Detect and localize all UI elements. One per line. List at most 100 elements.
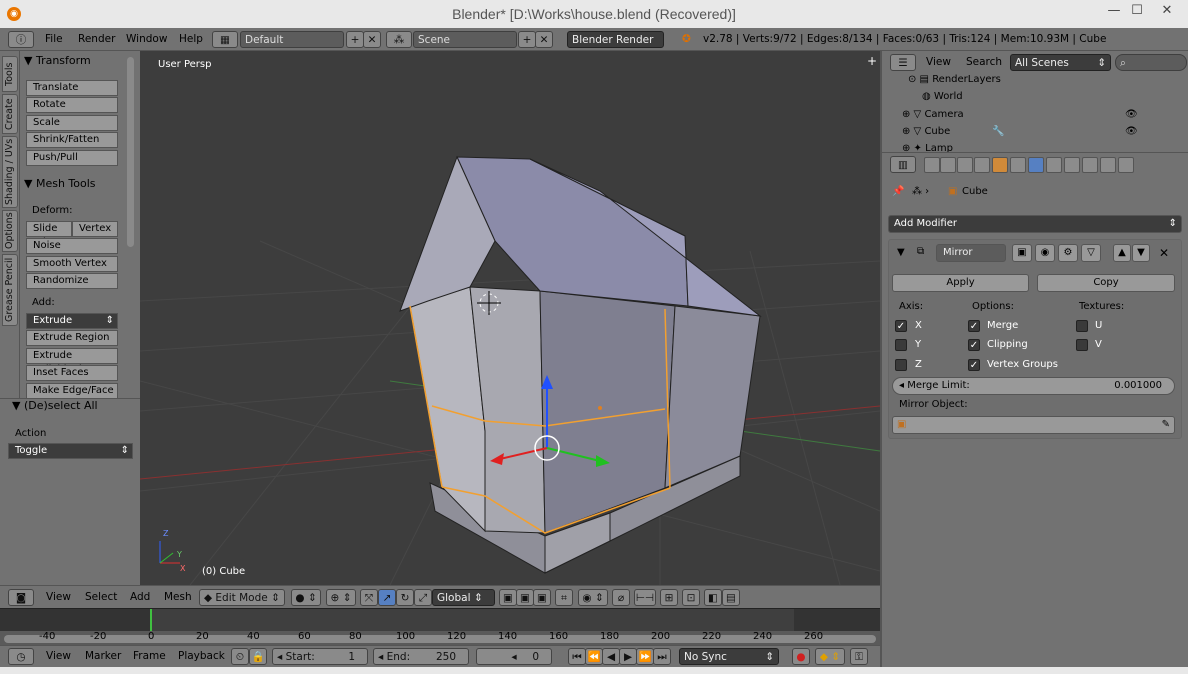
smooth-vertex-button[interactable]: Smooth Vertex: [26, 256, 118, 272]
menu-help[interactable]: Help: [179, 31, 203, 48]
outliner-row[interactable]: ⊕ ▽ Cube 🔧 👁: [882, 123, 1188, 140]
push-pull-button[interactable]: Push/Pull: [26, 150, 118, 166]
texture-tab-icon[interactable]: [1082, 157, 1098, 173]
render-layers-tab-icon[interactable]: [940, 157, 956, 173]
visibility-eye-icon[interactable]: 👁: [1125, 123, 1138, 140]
menu-marker[interactable]: Marker: [85, 648, 121, 665]
collapse-arrow-icon[interactable]: ▼: [897, 247, 905, 258]
start-frame-field[interactable]: ◂ Start: 1: [272, 648, 368, 665]
extrude-individual-button[interactable]: Extrude Individual: [26, 348, 118, 375]
add-modifier-select[interactable]: Add Modifier ⇕: [888, 215, 1182, 233]
play-reverse-icon[interactable]: ◀: [602, 648, 620, 665]
preview-range-icon[interactable]: ⏲: [231, 648, 249, 665]
toolshelf-scrollbar[interactable]: [127, 57, 134, 247]
extrude-select[interactable]: Extrude ⇕: [26, 313, 118, 329]
menu-tl-view[interactable]: View: [46, 648, 71, 665]
maximize-button[interactable]: ☐: [1127, 3, 1147, 18]
visibility-eye-icon[interactable]: 👁: [1125, 106, 1138, 123]
copy-button[interactable]: Copy: [1037, 274, 1175, 292]
pivot-select-icon[interactable]: ⊕ ⇕: [326, 589, 356, 606]
menu-frame[interactable]: Frame: [133, 648, 166, 665]
shading-select-icon[interactable]: ● ⇕: [291, 589, 321, 606]
translate-manip-icon[interactable]: ↗: [378, 589, 396, 606]
scale-button[interactable]: Scale: [26, 115, 118, 131]
scale-manip-icon[interactable]: ⤢: [414, 589, 432, 606]
rotate-manip-icon[interactable]: ↻: [396, 589, 414, 606]
snap-align-icon[interactable]: ⊡: [682, 589, 700, 606]
jump-start-icon[interactable]: ⏮: [568, 648, 586, 665]
clipping-checkbox[interactable]: ✓: [968, 339, 980, 351]
inset-faces-button[interactable]: Inset Faces: [26, 365, 118, 381]
close-button[interactable]: ✕: [1152, 3, 1182, 18]
editor-type-3d-icon[interactable]: ◙: [8, 589, 34, 606]
object-tab-icon[interactable]: [992, 157, 1008, 173]
render-tab-icon[interactable]: [924, 157, 940, 173]
mode-select[interactable]: ◆ Edit Mode ⇕: [199, 589, 285, 606]
editor-type-properties-icon[interactable]: ▥: [890, 156, 916, 173]
menu-select[interactable]: Select: [85, 589, 117, 606]
redo-panel-header[interactable]: ▼ (De)select All: [12, 399, 98, 417]
outliner-menu-search[interactable]: Search: [966, 54, 1002, 71]
scene-icon[interactable]: ⁂: [386, 31, 412, 48]
vertex-groups-checkbox[interactable]: ✓: [968, 359, 980, 371]
menu-render[interactable]: Render: [78, 31, 115, 48]
render-still-icon[interactable]: ◧: [704, 589, 722, 606]
menu-view[interactable]: View: [46, 589, 71, 606]
outliner-row[interactable]: ◍ World: [882, 88, 1188, 105]
keyframe-insert-icon[interactable]: ⚿: [850, 648, 868, 665]
physics-tab-icon[interactable]: [1118, 157, 1134, 173]
menu-add[interactable]: Add: [130, 589, 150, 606]
keying-set-icon[interactable]: ◆ ⇕: [815, 648, 845, 665]
orientation-select[interactable]: Global ⇕: [432, 589, 495, 606]
extrude-region-button[interactable]: Extrude Region: [26, 330, 118, 346]
translate-button[interactable]: Translate: [26, 80, 118, 96]
menu-mesh[interactable]: Mesh: [164, 589, 192, 606]
render-engine-select[interactable]: Blender Render ⇕: [567, 31, 664, 63]
layout-remove-icon[interactable]: ✕: [363, 31, 381, 48]
transform-panel-header[interactable]: ▼ Transform: [24, 54, 91, 72]
action-select[interactable]: Toggle ⇕: [8, 443, 133, 459]
menu-window[interactable]: Window: [126, 31, 167, 48]
rotate-button[interactable]: Rotate: [26, 97, 118, 113]
shrink-fatten-button[interactable]: Shrink/Fatten: [26, 132, 118, 148]
jump-keyframe-back-icon[interactable]: ⏪: [585, 648, 603, 665]
show-editmode-icon[interactable]: ⚙: [1058, 244, 1078, 262]
mirror-object-field[interactable]: ▣ ✎: [892, 416, 1175, 434]
tab-tools[interactable]: Tools: [2, 56, 18, 92]
make-edge-face-button[interactable]: Make Edge/Face: [26, 383, 118, 399]
data-tab-icon[interactable]: [1046, 157, 1062, 173]
outliner-menu-view[interactable]: View: [926, 54, 951, 71]
slide-edge-button[interactable]: Slide Ed: [26, 221, 72, 248]
constraints-tab-icon[interactable]: [1010, 157, 1026, 173]
tex-u-checkbox[interactable]: [1076, 320, 1088, 332]
axis-z-checkbox[interactable]: [895, 359, 907, 371]
merge-limit-field[interactable]: ◂ Merge Limit: 0.001000: [892, 377, 1175, 395]
mesh-tools-panel-header[interactable]: ▼ Mesh Tools: [24, 177, 96, 195]
3d-viewport[interactable]: User Persp (0) Cube Z Y X +: [140, 51, 880, 585]
render-anim-icon[interactable]: ▤: [722, 589, 740, 606]
current-frame-field[interactable]: ◂ 0: [476, 648, 552, 665]
tab-options[interactable]: Options: [2, 210, 18, 252]
timeline-area[interactable]: -40 -20 0 20 40 60 80 100 120 140 160 18…: [0, 608, 880, 646]
snap-toggle-icon[interactable]: ⌀: [612, 589, 630, 606]
layout-grid-icon[interactable]: ▦: [212, 31, 238, 48]
apply-button[interactable]: Apply: [892, 274, 1029, 292]
current-frame-indicator[interactable]: [150, 609, 152, 631]
outliner-search-input[interactable]: ⌕: [1115, 54, 1187, 71]
scene-remove-icon[interactable]: ✕: [535, 31, 553, 48]
layout-add-icon[interactable]: +: [346, 31, 364, 48]
axis-x-checkbox[interactable]: ✓: [895, 320, 907, 332]
scene-add-icon[interactable]: +: [518, 31, 536, 48]
show-viewport-icon[interactable]: ◉: [1035, 244, 1055, 262]
play-icon[interactable]: ▶: [619, 648, 637, 665]
eyedropper-icon[interactable]: ✎: [1162, 417, 1170, 433]
minimize-button[interactable]: —: [1104, 3, 1124, 18]
viewport-corner-plus-icon[interactable]: +: [867, 54, 877, 68]
menu-playback[interactable]: Playback: [178, 648, 225, 665]
snap-element-icon[interactable]: ⊢⊣: [634, 589, 656, 606]
snap-target-icon[interactable]: ⊞: [660, 589, 678, 606]
tab-grease-pencil[interactable]: Grease Pencil: [2, 254, 18, 326]
world-tab-icon[interactable]: [974, 157, 990, 173]
slide-vertex-button[interactable]: Vertex: [72, 221, 118, 237]
lock-range-icon[interactable]: 🔒: [249, 648, 267, 665]
